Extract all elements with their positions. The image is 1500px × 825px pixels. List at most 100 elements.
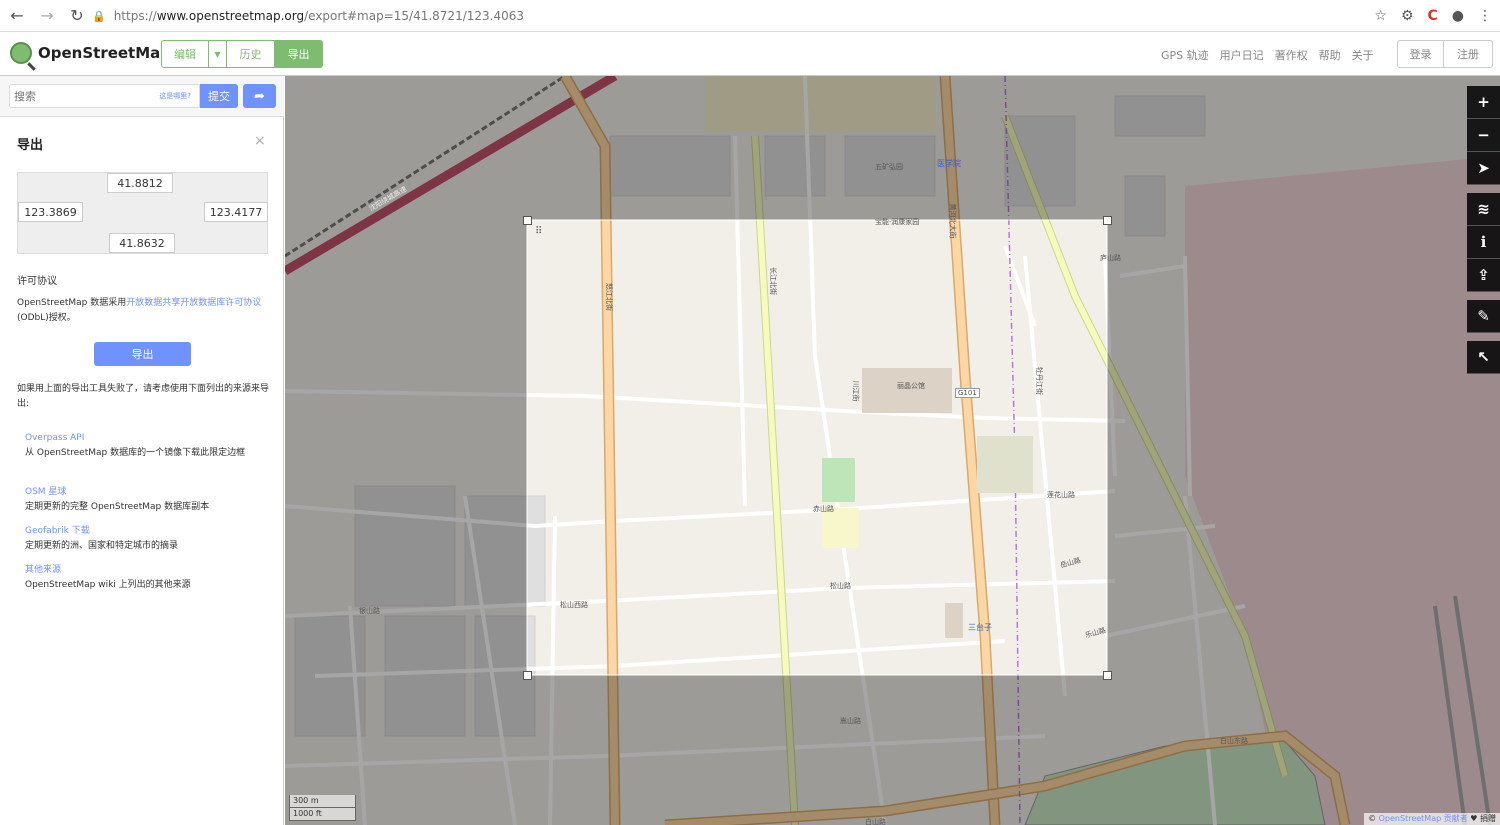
bbox-handle-se[interactable] [1103, 671, 1112, 680]
edit-dropdown-caret-icon[interactable]: ▼ [209, 40, 227, 68]
mode-tabs: 编辑 ▼ 历史 导出 [161, 40, 323, 68]
search-submit-button[interactable]: 提交 [200, 84, 238, 108]
license-text-pre: OpenStreetMap 数据采用 [17, 298, 127, 308]
odbl-license-link[interactable]: 开放数据共享开放数据库许可协议 [126, 298, 261, 308]
info-icon[interactable]: ℹ [1467, 226, 1500, 259]
nav-about[interactable]: 关于 [1352, 47, 1374, 63]
map-label: 黄河北大街 [948, 203, 957, 239]
site-title: OpenStreetMap [38, 44, 172, 62]
browser-toolbar: ← → ↻ 🔒 https:// www.openstreetmap.org /… [0, 0, 1500, 32]
map-label: 松山西路 [560, 601, 588, 609]
edit-button[interactable]: 编辑 [161, 40, 209, 68]
url-scheme: https:// [113, 9, 157, 23]
search-field: 这是哪里? [9, 84, 200, 108]
bbox-handle-ne[interactable] [1103, 216, 1112, 225]
map-label: 莲花山路 [1047, 491, 1075, 499]
locate-arrow-icon[interactable]: ➤ [1467, 152, 1500, 185]
bbox-west-input[interactable]: 123.3869 [18, 202, 83, 222]
history-button[interactable]: 历史 [227, 40, 275, 68]
map-label: 嵩山路 [840, 717, 861, 725]
zoom-in-icon[interactable]: + [1467, 86, 1500, 119]
map-label: 白山路 [865, 818, 886, 825]
bbox-handle-nw[interactable] [523, 216, 532, 225]
source-desc: 定期更新的洲、国家和特定城市的摘录 [25, 541, 179, 551]
bookmark-star-icon[interactable]: ☆ [1374, 8, 1387, 24]
top-nav-links: GPS 轨迹 用户日记 著作权 帮助 关于 [1161, 47, 1374, 63]
source-link[interactable]: Overpass API [25, 431, 255, 446]
reload-icon[interactable]: ↻ [64, 3, 90, 29]
login-button[interactable]: 登录 [1397, 40, 1444, 68]
map-label: 川江街 [851, 380, 860, 402]
source-overpass: Overpass API 从 OpenStreetMap 数据库的一个镜像下载此… [25, 431, 255, 461]
back-arrow-icon[interactable]: ← [4, 3, 30, 29]
address-bar[interactable]: 🔒 https:// www.openstreetmap.org /export… [92, 4, 1382, 28]
bbox-north-input[interactable]: 41.8812 [107, 173, 173, 193]
directions-icon[interactable]: ➦ [243, 84, 276, 108]
source-geofabrik: Geofabrik 下载 定期更新的洲、国家和特定城市的摘录 [25, 524, 255, 554]
map-label: 三台子 [968, 623, 992, 632]
source-link[interactable]: OSM 星球 [25, 485, 255, 500]
source-other: 其他来源 OpenStreetMap wiki 上列出的其他来源 [25, 563, 255, 593]
license-text-post: (ODbL)授权。 [17, 313, 76, 323]
extension-c-icon[interactable]: C [1428, 8, 1438, 24]
map-label: 银山路 [359, 607, 380, 615]
url-path: /export#map=15/41.8721/123.4063 [304, 9, 524, 23]
license-text: OpenStreetMap 数据采用开放数据共享开放数据库许可协议 (ODbL)… [17, 296, 269, 326]
map-attribution: © OpenStreetMap 贡献者 ♥ 捐赠 [1364, 813, 1500, 825]
bbox-drag-grip-icon[interactable]: ⠿ [535, 226, 542, 237]
url-host: www.openstreetmap.org [156, 9, 305, 23]
bbox-handle-sw[interactable] [523, 671, 532, 680]
source-link[interactable]: 其他来源 [25, 563, 255, 578]
magnifier-logo-icon [10, 42, 32, 64]
export-button[interactable]: 导出 [94, 342, 191, 366]
source-desc: OpenStreetMap wiki 上列出的其他来源 [25, 580, 191, 590]
map-label: 医学院 [937, 159, 961, 168]
profile-icon[interactable]: ● [1452, 8, 1464, 24]
source-planet: OSM 星球 定期更新的完整 OpenStreetMap 数据库副本 [25, 485, 255, 515]
map-canvas[interactable]: ⠿ 医学院 三台子 G101 丽晶公馆 五矿弘园 宝能·润康家园 松山西路 松山… [285, 76, 1500, 825]
export-panel-title: 导出 [17, 138, 44, 153]
bbox-south-input[interactable]: 41.8632 [109, 233, 175, 253]
signup-button[interactable]: 注册 [1444, 40, 1493, 68]
export-tab-button[interactable]: 导出 [275, 40, 323, 68]
donate-link[interactable]: ♥ 捐赠 [1468, 814, 1496, 823]
source-link[interactable]: Geofabrik 下载 [25, 524, 255, 539]
site-logo[interactable]: OpenStreetMap [10, 42, 171, 64]
attribution-link[interactable]: OpenStreetMap 贡献者 [1379, 814, 1468, 823]
nav-gps-traces[interactable]: GPS 轨迹 [1161, 47, 1209, 63]
where-is-this-link[interactable]: 这是哪里? [159, 91, 191, 101]
bbox-east-input[interactable]: 123.4177 [204, 202, 268, 222]
scale-imperial: 1000 ft [289, 808, 356, 821]
source-desc: 从 OpenStreetMap 数据库的一个镜像下载此限定边框 [25, 448, 246, 458]
scale-metric: 300 m [289, 795, 356, 808]
menu-dots-icon[interactable]: ⋮ [1478, 8, 1492, 24]
map-label: 牡丹江街 [1035, 367, 1043, 395]
nav-help[interactable]: 帮助 [1319, 47, 1341, 63]
source-desc: 定期更新的完整 OpenStreetMap 数据库副本 [25, 502, 210, 512]
map-label: 赤山路 [813, 505, 834, 513]
license-heading: 许可协议 [17, 276, 57, 287]
share-icon[interactable]: ⇪ [1467, 259, 1500, 292]
map-controls: + − ➤ ≋ ℹ ⇪ ✎ ↖ [1467, 86, 1500, 374]
search-input[interactable] [10, 85, 140, 108]
map-label: 松山路 [830, 582, 851, 590]
fallback-instructions: 如果用上面的导出工具失败了，请考虑使用下面列出的来源来导出: [17, 384, 270, 409]
search-bar: 这是哪里? 提交 ➦ [0, 76, 284, 117]
close-icon[interactable]: × [254, 133, 266, 149]
map-label: 怒江北街 [605, 283, 613, 311]
query-features-icon[interactable]: ↖ [1467, 341, 1500, 374]
layers-icon[interactable]: ≋ [1467, 193, 1500, 226]
site-header: OpenStreetMap 编辑 ▼ 历史 导出 GPS 轨迹 用户日记 著作权… [0, 32, 1500, 76]
forward-arrow-icon[interactable]: → [34, 3, 60, 29]
map-label: 庐山路 [1100, 254, 1121, 262]
nav-user-diaries[interactable]: 用户日记 [1220, 47, 1264, 63]
map-label: 丽晶公馆 [897, 382, 925, 390]
map-label: G101 [955, 388, 980, 398]
zoom-out-icon[interactable]: − [1467, 119, 1500, 152]
attribution-pre: © [1368, 814, 1379, 823]
map-tiles [285, 76, 1500, 825]
map-label: 宝能·润康家园 [875, 218, 920, 226]
nav-copyright[interactable]: 著作权 [1275, 47, 1308, 63]
extension-icon[interactable]: ⚙ [1401, 8, 1414, 24]
add-note-icon[interactable]: ✎ [1467, 300, 1500, 333]
